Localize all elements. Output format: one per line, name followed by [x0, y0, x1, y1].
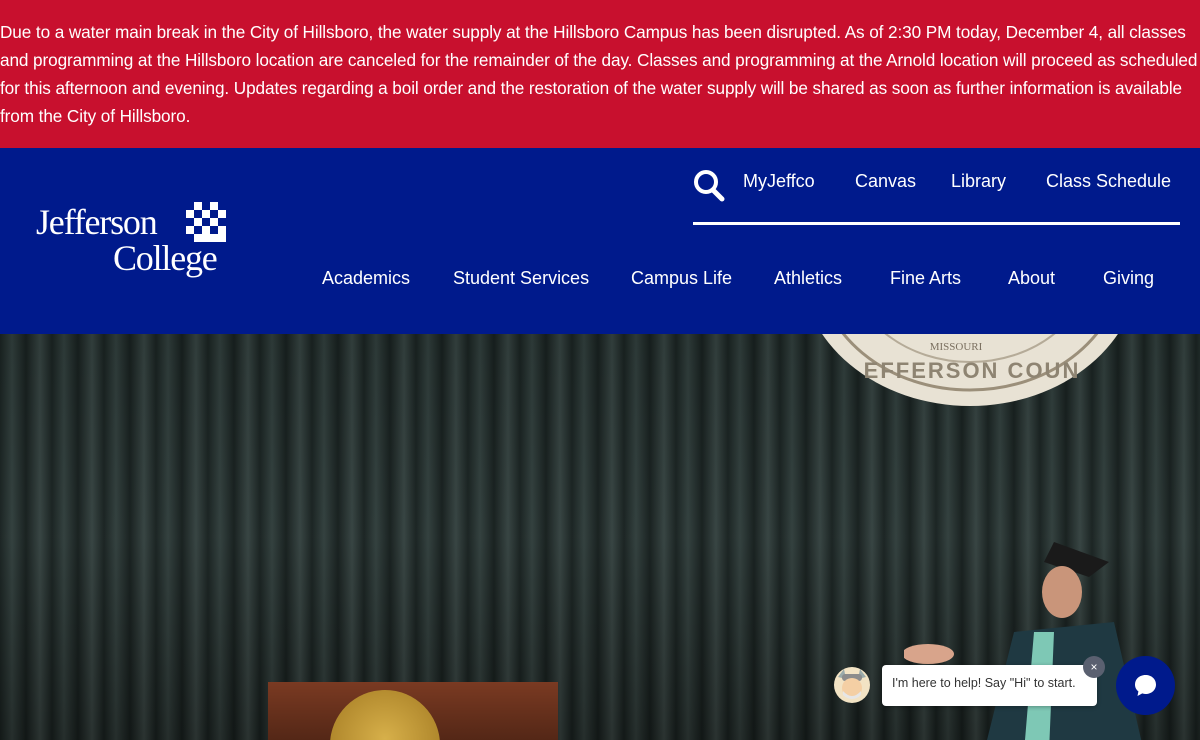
chat-greeting-bubble[interactable]: I'm here to help! Say "Hi" to start. — [882, 665, 1097, 706]
site-header: Jefferson College MyJeffco Canvas Librar… — [0, 148, 1200, 334]
logo-checker-mark — [186, 202, 226, 242]
county-seal-image: MISSOURI EFFERSON COUN — [822, 334, 1118, 406]
seal-small-text: MISSOURI — [930, 341, 983, 353]
utility-link-canvas[interactable]: Canvas — [855, 171, 916, 192]
search-icon[interactable] — [693, 167, 725, 203]
alert-banner: Due to a water main break in the City of… — [0, 0, 1200, 148]
utility-link-library[interactable]: Library — [951, 171, 1006, 192]
alert-message: Due to a water main break in the City of… — [0, 22, 1198, 126]
nav-academics[interactable]: Academics — [322, 268, 410, 289]
logo-line1: Jefferson — [36, 202, 158, 242]
nav-campus-life[interactable]: Campus Life — [631, 268, 732, 289]
nav-athletics[interactable]: Athletics — [774, 268, 842, 289]
site-logo[interactable]: Jefferson College — [36, 200, 231, 282]
chat-close-button[interactable]: × — [1083, 656, 1105, 678]
chat-greeting-text: I'm here to help! Say "Hi" to start. — [892, 676, 1076, 690]
chat-launcher-button[interactable] — [1116, 656, 1175, 715]
chat-mascot-avatar — [834, 667, 870, 703]
nav-giving[interactable]: Giving — [1103, 268, 1154, 289]
utility-link-class-schedule[interactable]: Class Schedule — [1046, 171, 1171, 192]
utility-link-myjeffco[interactable]: MyJeffco — [743, 171, 815, 192]
nav-student-services[interactable]: Student Services — [453, 268, 589, 289]
seal-text: EFFERSON COUN — [864, 358, 1081, 383]
chat-bubble-icon — [1135, 675, 1156, 696]
nav-about[interactable]: About — [1008, 268, 1055, 289]
nav-fine-arts[interactable]: Fine Arts — [890, 268, 961, 289]
logo-line2: College — [113, 238, 218, 278]
utility-nav: MyJeffco Canvas Library Class Schedule — [693, 148, 1180, 225]
speaker-figure — [904, 542, 1142, 740]
